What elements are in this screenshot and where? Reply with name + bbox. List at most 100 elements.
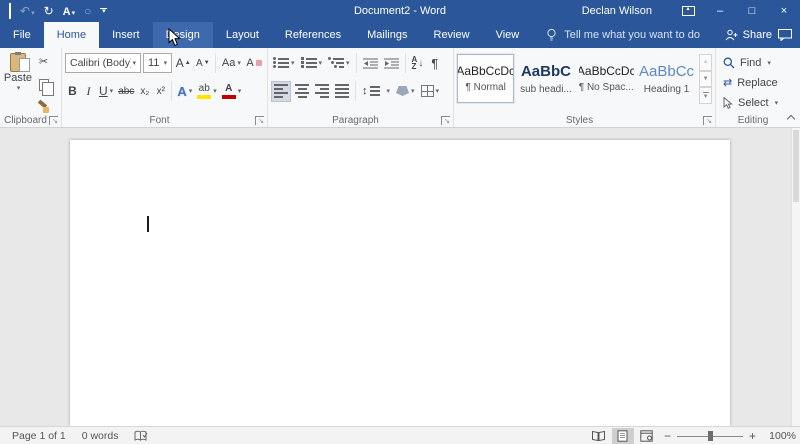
lightbulb-icon: [547, 28, 556, 41]
word-count[interactable]: 0 words: [74, 427, 127, 444]
font-size-combo[interactable]: 11 ▾: [143, 53, 173, 73]
sort-button[interactable]: AZ ↓: [410, 53, 426, 74]
numbered-list-icon: [300, 57, 317, 68]
style-heading-1[interactable]: AaBbCc Heading 1: [638, 54, 695, 103]
pen-style-icon[interactable]: A▾: [63, 5, 75, 18]
save-icon[interactable]: [9, 3, 11, 19]
numbering-button[interactable]: ▾: [299, 53, 325, 74]
font-name-combo[interactable]: Calibri (Body) ▾: [65, 53, 141, 73]
paragraph-dialog-launcher-icon[interactable]: ↘: [441, 116, 450, 125]
undo-icon[interactable]: ↶▾: [20, 5, 35, 17]
print-layout-icon: [617, 429, 628, 442]
redo-icon[interactable]: ↻: [44, 5, 54, 17]
scrollbar-thumb[interactable]: [793, 130, 799, 202]
borders-button[interactable]: ▾: [419, 81, 442, 102]
styles-scroll-down-icon[interactable]: ▼: [699, 70, 713, 88]
multilevel-list-button[interactable]: ▾: [326, 53, 352, 74]
italic-button[interactable]: I: [81, 81, 96, 102]
paint-bucket-icon: [396, 86, 410, 96]
read-mode-icon: [592, 430, 606, 441]
replace-button[interactable]: ⇄ Replace: [719, 74, 787, 91]
bold-button[interactable]: B: [65, 81, 80, 102]
vertical-scrollbar[interactable]: [791, 128, 800, 426]
tab-file[interactable]: File: [0, 22, 44, 48]
font-color-bar: [221, 94, 236, 99]
tab-layout[interactable]: Layout: [213, 22, 272, 48]
shading-button[interactable]: ▾: [394, 81, 417, 102]
zoom-slider-thumb[interactable]: [707, 430, 713, 441]
zoom-out-button[interactable]: −: [664, 429, 671, 443]
ribbon-display-options-icon[interactable]: ▴: [672, 0, 704, 22]
line-spacing-button[interactable]: ↕ ▾: [360, 81, 392, 102]
maximize-button[interactable]: □: [736, 0, 768, 22]
strikethrough-button[interactable]: abc: [116, 81, 136, 102]
tab-home[interactable]: Home: [43, 22, 100, 48]
zoom-slider[interactable]: [676, 430, 743, 442]
styles-gallery-more-icon[interactable]: ▼: [699, 87, 713, 105]
zoom-level[interactable]: 100%: [762, 430, 796, 442]
group-editing: Find ▾ ⇄ Replace Select ▾ Editing: [716, 48, 790, 127]
customize-qat-icon[interactable]: ▾: [100, 7, 108, 15]
change-case-button[interactable]: Aa ▾: [220, 53, 242, 74]
style-sub-heading[interactable]: AaBbC sub headi...: [517, 54, 574, 103]
print-layout-button[interactable]: [611, 427, 634, 444]
web-layout-button[interactable]: [636, 428, 658, 444]
tab-references[interactable]: References: [272, 22, 354, 48]
align-left-button[interactable]: [271, 80, 291, 102]
text-caret: [147, 216, 149, 232]
style-no-spacing[interactable]: AaBbCcDc ¶ No Spac...: [578, 54, 635, 103]
tab-review[interactable]: Review: [421, 22, 483, 48]
page-indicator[interactable]: Page 1 of 1: [4, 427, 74, 444]
proofing-book-icon: [134, 430, 148, 441]
share-button[interactable]: Share: [725, 29, 772, 41]
tab-mailings[interactable]: Mailings: [354, 22, 420, 48]
cut-button[interactable]: ✂: [36, 51, 51, 72]
proofing-status[interactable]: [126, 427, 156, 444]
increase-indent-button[interactable]: [382, 53, 401, 74]
read-mode-button[interactable]: [588, 428, 610, 444]
tab-insert[interactable]: Insert: [99, 22, 153, 48]
font-dialog-launcher-icon[interactable]: ↘: [255, 116, 264, 125]
show-hide-pilcrow-button[interactable]: ¶: [427, 53, 442, 74]
shrink-font-button[interactable]: A ▼: [194, 53, 211, 74]
styles-scroll-up-icon[interactable]: ▲: [699, 54, 713, 71]
group-styles: AaBbCcDc ¶ Normal AaBbC sub headi... AaB…: [454, 48, 716, 127]
justify-button[interactable]: [333, 81, 351, 102]
tab-design[interactable]: Design: [152, 22, 213, 48]
tab-view[interactable]: View: [483, 22, 533, 48]
document-area: [0, 128, 800, 426]
align-center-button[interactable]: [293, 81, 311, 102]
user-name[interactable]: Declan Wilson: [582, 5, 652, 17]
find-button[interactable]: Find ▾: [719, 54, 787, 71]
decrease-indent-icon: [362, 58, 378, 68]
font-color-button[interactable]: A ▾: [220, 81, 244, 102]
group-label-paragraph: Paragraph: [332, 115, 379, 126]
select-button[interactable]: Select ▾: [719, 94, 787, 111]
close-button[interactable]: ×: [768, 0, 800, 22]
decrease-indent-button[interactable]: [361, 53, 380, 74]
minimize-button[interactable]: –: [704, 0, 736, 22]
paste-dropdown-arrow-icon[interactable]: ▾: [17, 84, 21, 92]
styles-dialog-launcher-icon[interactable]: ↘: [703, 116, 712, 125]
tell-me-box[interactable]: Tell me what you want to do: [546, 22, 700, 48]
style-normal[interactable]: AaBbCcDc ¶ Normal: [457, 54, 515, 103]
copy-icon: [38, 78, 54, 96]
document-page[interactable]: [70, 140, 730, 426]
ribbon-tab-bar: File Home Insert Design Layout Reference…: [0, 22, 800, 48]
bullets-button[interactable]: ▾: [271, 53, 297, 74]
clipboard-dialog-launcher-icon[interactable]: ↘: [49, 116, 58, 125]
comment-icon[interactable]: [778, 29, 792, 41]
search-icon: [723, 57, 735, 68]
superscript-button[interactable]: x²: [153, 81, 168, 102]
align-right-button[interactable]: [313, 81, 331, 102]
text-highlight-button[interactable]: ab ▾: [195, 81, 219, 102]
font-name-value: Calibri (Body): [70, 57, 132, 69]
paste-button[interactable]: Paste ▾: [3, 51, 33, 118]
subscript-button[interactable]: x₂: [137, 81, 152, 102]
clear-formatting-button[interactable]: A: [244, 53, 264, 74]
copy-button[interactable]: [36, 74, 54, 96]
underline-button[interactable]: U ▾: [97, 81, 115, 102]
text-effects-button[interactable]: A ▾: [175, 81, 194, 102]
grow-font-button[interactable]: A ▲: [174, 53, 192, 74]
zoom-in-button[interactable]: +: [749, 429, 756, 443]
